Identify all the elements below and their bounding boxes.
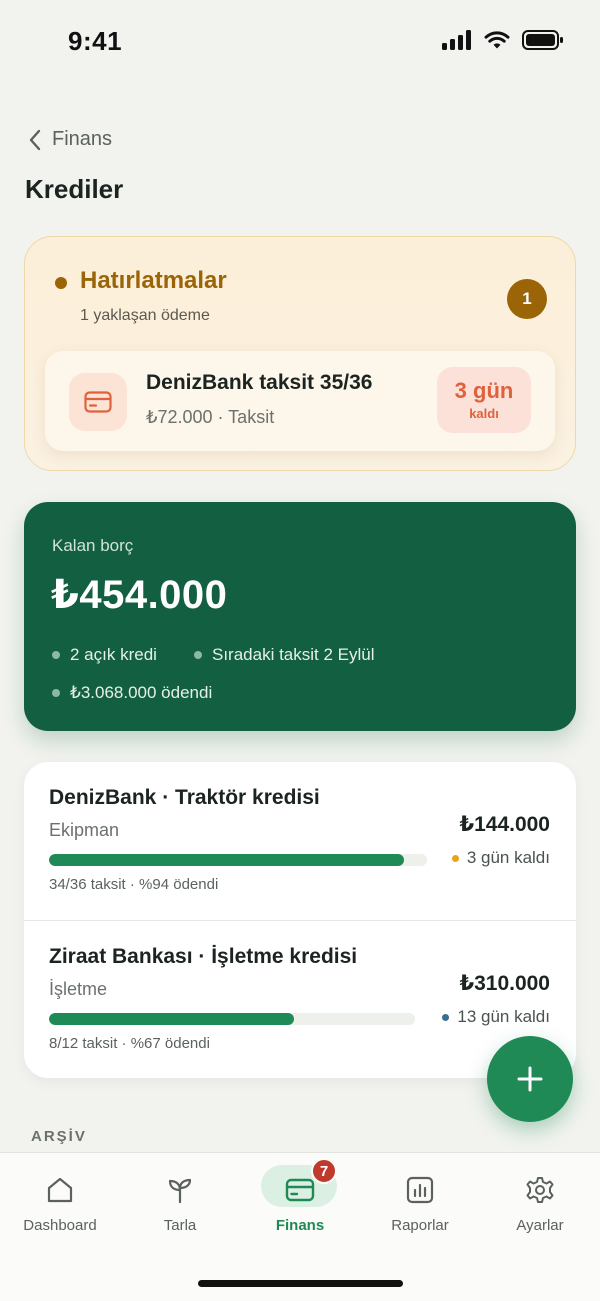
- credits-list: DenizBank · Traktör kredisi Ekipman ₺144…: [24, 762, 576, 1078]
- report-icon: [406, 1176, 434, 1204]
- credit-amount: ₺144.000: [459, 813, 550, 836]
- status-icons: [442, 30, 564, 50]
- plus-icon: [517, 1066, 543, 1092]
- bottom-nav: Dashboard Tarla Finans 7 Raporlar Ayarla…: [0, 1152, 600, 1301]
- credit-progress-bar: [49, 854, 427, 866]
- back-button[interactable]: Finans: [28, 128, 112, 151]
- reminders-card: Hatırlatmalar 1 yaklaşan ödeme 1 DenizBa…: [24, 236, 576, 471]
- status-bar: 9:41: [0, 0, 600, 80]
- debt-open-credits: 2 açık kredi: [52, 645, 157, 665]
- home-indicator: [198, 1280, 403, 1287]
- reminders-dot: [55, 277, 67, 289]
- gear-icon: [526, 1177, 554, 1203]
- reminders-title: Hatırlatmalar: [80, 267, 227, 294]
- credit-amount: ₺310.000: [459, 972, 550, 995]
- nav-label: Ayarlar: [516, 1217, 564, 1234]
- nav-notification-badge: 7: [311, 1158, 337, 1184]
- card-icon: [285, 1178, 315, 1202]
- credit-category: Ekipman: [49, 820, 120, 840]
- due-dot: [442, 1013, 450, 1021]
- debt-label: Kalan borç: [52, 536, 134, 555]
- nav-label: Raporlar: [391, 1217, 449, 1234]
- add-credit-button[interactable]: [487, 1036, 573, 1122]
- nav-item-ayarlar[interactable]: Ayarlar: [480, 1153, 600, 1253]
- debt-summary-card: Kalan borç ₺454.000 2 açık kredi Sıradak…: [24, 502, 576, 731]
- debt-open-credits-text: 2 açık kredi: [70, 645, 157, 664]
- credit-progress-fill: [49, 854, 405, 866]
- reminder-days-pill: 3 gün kaldı: [437, 367, 531, 433]
- due-dot: [451, 854, 459, 862]
- reminder-item-title: DenizBank taksit 35/36: [146, 371, 373, 394]
- reminders-subtitle: 1 yaklaşan ödeme: [80, 307, 210, 324]
- credit-due: 3 gün kaldı: [451, 848, 550, 868]
- credit-card-icon: [84, 391, 112, 413]
- credit-due-text: 13 gün kaldı: [457, 1007, 550, 1026]
- chevron-left-icon: [29, 129, 41, 150]
- credit-progress-bar: [49, 1013, 415, 1025]
- debt-paid: ₺3.068.000 ödendi: [52, 683, 212, 703]
- home-icon: [47, 1177, 73, 1203]
- wifi-icon: [484, 31, 510, 49]
- page-title: Krediler: [25, 174, 124, 204]
- reminder-days: 3 gün: [454, 377, 514, 403]
- bullet-dot: [52, 651, 60, 659]
- nav-item-tarla[interactable]: Tarla: [120, 1153, 240, 1253]
- credit-progress-text: 8/12 taksit · %67 ödendi: [49, 1035, 210, 1052]
- reminder-days-suffix: kaldı: [469, 405, 499, 421]
- bullet-dot: [52, 689, 60, 697]
- sprout-icon: [168, 1178, 192, 1204]
- status-time: 9:41: [68, 26, 123, 56]
- credit-title: Ziraat Bankası · İşletme kredisi: [49, 945, 358, 968]
- credit-title: DenizBank · Traktör kredisi: [49, 786, 320, 809]
- debt-amount: ₺454.000: [51, 573, 228, 617]
- credit-due: 13 gün kaldı: [442, 1007, 550, 1027]
- battery-icon: [522, 30, 563, 50]
- nav-item-raporlar[interactable]: Raporlar: [360, 1153, 480, 1253]
- archive-section-label: ARŞİV: [31, 1128, 87, 1145]
- debt-next-installment: Sıradaki taksit 2 Eylül: [194, 645, 375, 665]
- back-label: Finans: [52, 128, 113, 150]
- nav-item-dashboard[interactable]: Dashboard: [0, 1153, 120, 1253]
- credit-progress-fill: [49, 1013, 295, 1025]
- reminder-item-meta: ₺72.000 · Taksit: [146, 407, 275, 427]
- reminder-item[interactable]: DenizBank taksit 35/36 ₺72.000 · Taksit …: [45, 351, 555, 451]
- debt-paid-text: ₺3.068.000 ödendi: [70, 683, 213, 702]
- reminders-count-badge: 1: [507, 279, 547, 319]
- nav-label: Tarla: [163, 1217, 197, 1234]
- signal-icon: [442, 30, 471, 50]
- credit-due-text: 3 gün kaldı: [466, 848, 550, 867]
- nav-label: Finans: [275, 1217, 325, 1234]
- credit-category: İşletme: [49, 979, 108, 999]
- bullet-dot: [194, 651, 202, 659]
- credit-progress-text: 34/36 taksit · %94 ödendi: [49, 876, 219, 893]
- credit-row[interactable]: DenizBank · Traktör kredisi Ekipman ₺144…: [24, 762, 576, 920]
- nav-item-finans[interactable]: Finans: [240, 1153, 360, 1253]
- debt-next-installment-text: Sıradaki taksit 2 Eylül: [212, 645, 375, 664]
- reminder-item-icon-box: [69, 373, 127, 431]
- nav-label: Dashboard: [23, 1217, 97, 1234]
